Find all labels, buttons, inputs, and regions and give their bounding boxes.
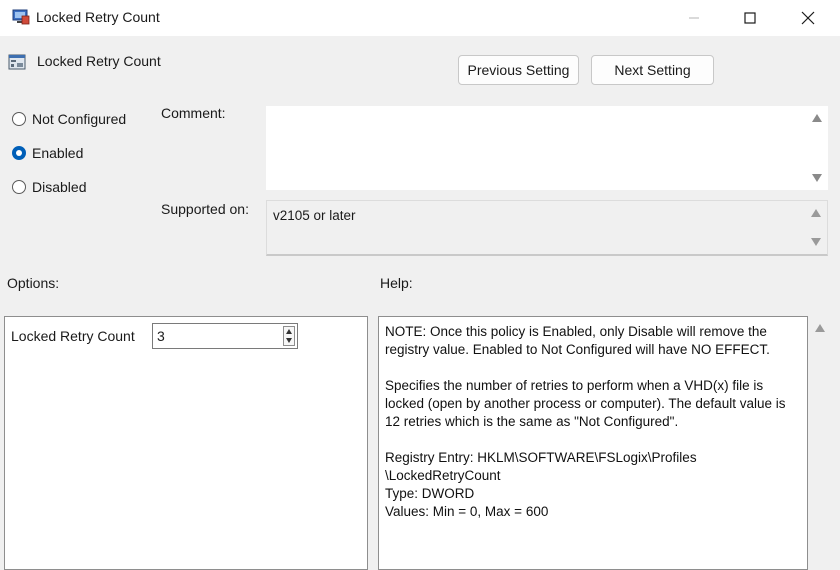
maximize-icon[interactable] [726,0,774,36]
locked-retry-count-label: Locked Retry Count [11,328,135,344]
radio-circle-not-configured[interactable] [12,112,26,126]
help-heading: Help: [380,275,413,291]
policy-title: Locked Retry Count [37,53,161,69]
supported-on-value: v2105 or later [273,208,356,223]
scroll-up-icon[interactable] [811,209,821,217]
radio-circle-disabled[interactable] [12,180,26,194]
next-setting-button[interactable]: Next Setting [591,55,714,85]
scroll-down-icon[interactable] [811,238,821,246]
comment-value [266,106,828,114]
spin-down-icon[interactable] [286,338,292,343]
options-heading: Options: [7,275,60,291]
help-scroll-up-icon[interactable] [815,324,825,332]
close-icon[interactable] [784,0,832,36]
spin-up-icon[interactable] [286,329,292,334]
help-type: Type: DWORD [385,486,475,501]
disabled-radio[interactable]: Disabled [12,179,86,195]
help-pane: NOTE: Once this policy is Enabled, only … [378,316,808,570]
radio-circle-enabled[interactable] [12,146,26,160]
previous-setting-button[interactable]: Previous Setting [458,55,579,85]
comment-label: Comment: [161,105,226,121]
locked-retry-count-spinbox[interactable]: 3 [152,323,298,349]
window-title: Locked Retry Count [36,9,160,25]
enabled-label: Enabled [32,145,84,161]
help-note: NOTE: Once this policy is Enabled, only … [385,324,770,357]
comment-textarea[interactable] [266,106,828,190]
help-values: Values: Min = 0, Max = 600 [385,504,549,519]
policy-editor-icon [12,9,30,25]
not-configured-radio[interactable]: Not Configured [12,111,126,127]
spinner-buttons[interactable] [283,326,295,346]
supported-scrollbar[interactable] [807,201,827,254]
scroll-up-icon[interactable] [812,114,822,122]
comment-scrollbar[interactable] [808,106,828,190]
help-registry-value-name: \LockedRetryCount [385,468,501,483]
supported-on-field: v2105 or later [266,200,828,256]
enabled-radio[interactable]: Enabled [12,145,83,161]
help-description: Specifies the number of retries to perfo… [385,378,786,429]
help-registry-entry: Registry Entry: HKLM\SOFTWARE\FSLogix\Pr… [385,450,697,465]
disabled-label: Disabled [32,179,87,195]
policy-setting-icon [8,54,26,70]
scroll-down-icon[interactable] [812,174,822,182]
not-configured-label: Not Configured [32,111,127,127]
locked-retry-count-value: 3 [157,328,165,344]
help-text: NOTE: Once this policy is Enabled, only … [385,323,801,521]
minimize-icon[interactable] [670,0,718,36]
options-pane [4,316,368,570]
supported-on-label: Supported on: [161,201,249,217]
